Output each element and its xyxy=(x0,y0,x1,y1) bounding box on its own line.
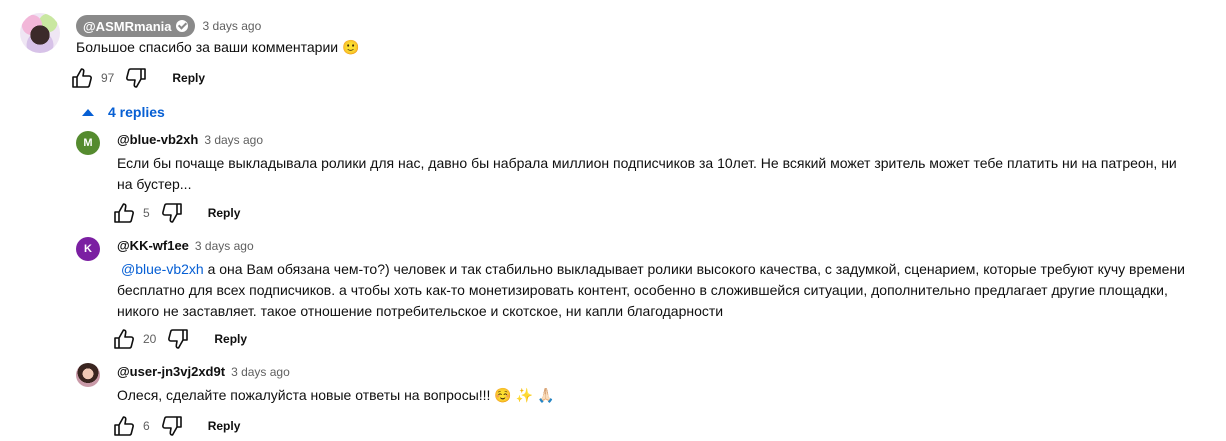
author-badge[interactable]: @ASMRmania xyxy=(76,15,195,37)
reply-button[interactable]: Reply xyxy=(208,419,241,433)
comment-text: Олеся, сделайте пожалуйста новые ответы … xyxy=(117,387,555,403)
chevron-up-icon xyxy=(82,109,94,116)
comment-timestamp[interactable]: 3 days ago xyxy=(203,19,262,33)
like-icon[interactable] xyxy=(70,66,94,90)
comment-text-line: а она Вам обязана чем-то?) человек и так… xyxy=(203,261,1186,277)
author-name[interactable]: @blue-vb2xh xyxy=(117,132,198,147)
replies-toggle[interactable]: 4 replies xyxy=(82,104,165,120)
like-count: 20 xyxy=(143,332,157,346)
replies-count-label: 4 replies xyxy=(108,104,165,120)
dislike-icon[interactable] xyxy=(124,66,148,90)
like-icon[interactable] xyxy=(112,201,136,225)
comment-timestamp[interactable]: 3 days ago xyxy=(195,239,254,253)
comment-actions: 97 Reply xyxy=(70,66,205,90)
comment-timestamp[interactable]: 3 days ago xyxy=(204,133,263,147)
comment-text-line: на бустер... xyxy=(117,176,192,192)
avatar[interactable] xyxy=(20,13,60,53)
like-count: 5 xyxy=(143,206,150,220)
reply-header: @KK-wf1ee 3 days ago xyxy=(117,238,254,253)
author-name[interactable]: @ASMRmania xyxy=(83,19,172,34)
like-icon[interactable] xyxy=(112,327,136,351)
comment-actions: 6 Reply xyxy=(112,414,240,438)
comment-text: Большое спасибо за ваши комментарии 🙂 xyxy=(76,39,360,55)
comment-text: Если бы почаще выкладывала ролики для на… xyxy=(117,153,1177,195)
avatar-letter: M xyxy=(83,137,93,149)
like-icon[interactable] xyxy=(112,414,136,438)
avatar[interactable] xyxy=(76,363,100,387)
avatar[interactable]: K xyxy=(76,237,100,261)
comment-text-line: никого не заставляет. такое отношение по… xyxy=(117,303,724,319)
comment-text-line: бесплатно для всех подписчиков. а чтобы … xyxy=(117,282,1168,298)
comment-text: @blue-vb2xh а она Вам обязана чем-то?) ч… xyxy=(117,259,1185,322)
like-count: 97 xyxy=(101,71,115,85)
dislike-icon[interactable] xyxy=(160,414,184,438)
comment-actions: 5 Reply xyxy=(112,201,240,225)
comment-timestamp[interactable]: 3 days ago xyxy=(231,365,290,379)
reply-header: @blue-vb2xh 3 days ago xyxy=(117,132,263,147)
comment-actions: 20 Reply xyxy=(112,327,247,351)
reply-header: @user-jn3vj2xd9t 3 days ago xyxy=(117,364,290,379)
verified-check-icon xyxy=(175,20,188,32)
author-name[interactable]: @KK-wf1ee xyxy=(117,238,189,253)
avatar-letter: K xyxy=(84,243,92,255)
dislike-icon[interactable] xyxy=(160,201,184,225)
comment-header: @ASMRmania 3 days ago xyxy=(76,15,261,37)
dislike-icon[interactable] xyxy=(166,327,190,351)
reply-button[interactable]: Reply xyxy=(172,71,205,85)
reply-button[interactable]: Reply xyxy=(214,332,247,346)
mention-link[interactable]: @blue-vb2xh xyxy=(121,261,204,277)
like-count: 6 xyxy=(143,419,150,433)
reply-button[interactable]: Reply xyxy=(208,206,241,220)
author-name[interactable]: @user-jn3vj2xd9t xyxy=(117,364,225,379)
avatar[interactable]: M xyxy=(76,131,100,155)
comment-text-line: Если бы почаще выкладывала ролики для на… xyxy=(117,155,1177,171)
